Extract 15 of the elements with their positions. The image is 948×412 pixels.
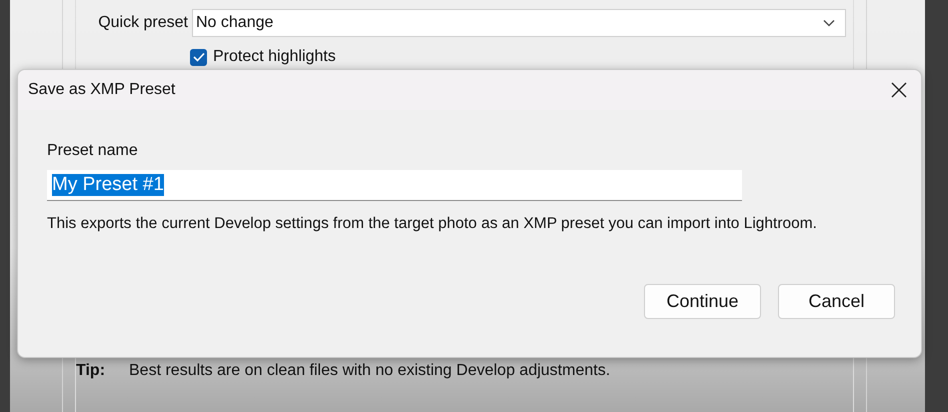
description-text: This exports the current Develop settings from the target photo as an XMP preset you can import into Lightroom. [47,215,818,233]
dialog-button[interactable]: Continue [644,284,761,319]
dialog-button[interactable]: Cancel [778,284,895,319]
checkmark-icon [192,52,204,62]
tip-label: Tip: [76,362,106,380]
quick-preset-dropdown[interactable]: No change [192,9,846,37]
checkbox[interactable] [190,48,207,66]
dialog-title: Save as XMP Preset [28,81,176,99]
input-field[interactable]: My Preset #1 [47,170,742,201]
field-label: Preset name [47,142,139,160]
quick-preset-label: Quick preset [97,14,189,32]
tip-text: Best results are on clean files with no existing Develop adjustments. [129,362,610,380]
close-icon[interactable] [891,82,907,98]
chevron-down-icon [823,19,835,27]
checkbox-label: Protect highlights [213,48,336,66]
